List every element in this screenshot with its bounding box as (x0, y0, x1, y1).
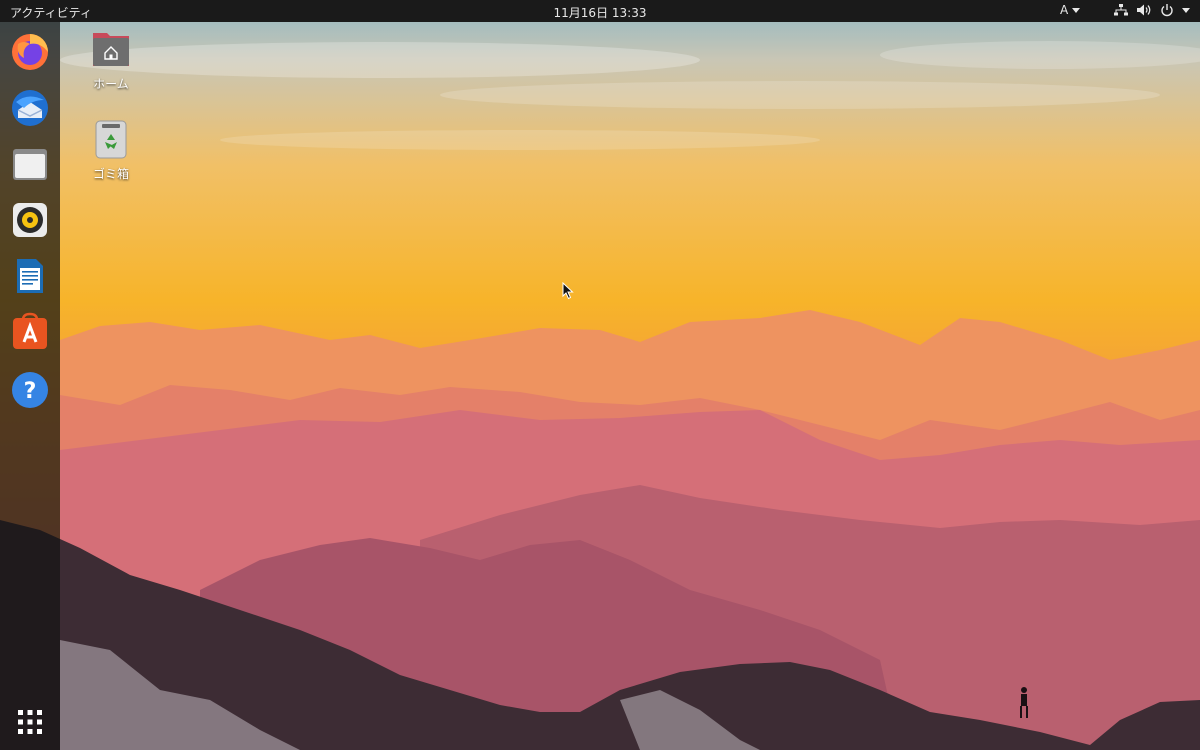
thunderbird-icon (12, 90, 48, 126)
libreoffice-writer-icon (17, 259, 43, 293)
desktop-icon-trash[interactable]: ゴミ箱 (71, 120, 151, 182)
clock-area: 11月16日 13:33 (0, 4, 1200, 21)
volume-icon (1137, 4, 1151, 16)
dock-help[interactable]: ? (8, 368, 52, 412)
home-folder-icon (93, 33, 129, 66)
trash-icon (95, 120, 127, 159)
dock-files[interactable] (8, 142, 52, 186)
chevron-down-icon (1072, 7, 1081, 13)
dock: ? (0, 22, 60, 750)
svg-text:?: ? (24, 379, 37, 404)
desktop-icon-label: ゴミ箱 (92, 167, 129, 181)
show-applications-button[interactable] (8, 700, 52, 744)
system-menu[interactable] (1114, 3, 1190, 17)
desktop-icon-label: ホーム (93, 77, 129, 91)
rhythmbox-icon (13, 203, 47, 237)
power-icon (1161, 4, 1173, 17)
input-source-label: A (1060, 3, 1069, 17)
dock-firefox[interactable] (8, 30, 52, 74)
ubuntu-software-icon (13, 312, 47, 349)
files-icon (13, 149, 47, 180)
clock-button[interactable]: 11月16日 13:33 (554, 6, 647, 20)
dock-libreoffice-writer[interactable] (8, 254, 52, 298)
desktop-icon-home[interactable]: ホーム (71, 30, 151, 92)
help-icon: ? (12, 372, 48, 408)
network-icon (1114, 4, 1128, 16)
input-source-menu[interactable]: A (1060, 3, 1081, 17)
dock-thunderbird[interactable] (8, 86, 52, 130)
desktop-wallpaper (0, 0, 1200, 750)
show-applications-icon (18, 710, 42, 734)
top-bar: アクティビティ 11月16日 13:33 A (0, 0, 1200, 22)
dock-ubuntu-software[interactable] (8, 310, 52, 354)
chevron-down-icon (1182, 7, 1190, 13)
mouse-cursor-icon (562, 282, 574, 300)
firefox-icon (12, 34, 48, 70)
activities-button[interactable]: アクティビティ (10, 4, 92, 21)
dock-rhythmbox[interactable] (8, 198, 52, 242)
